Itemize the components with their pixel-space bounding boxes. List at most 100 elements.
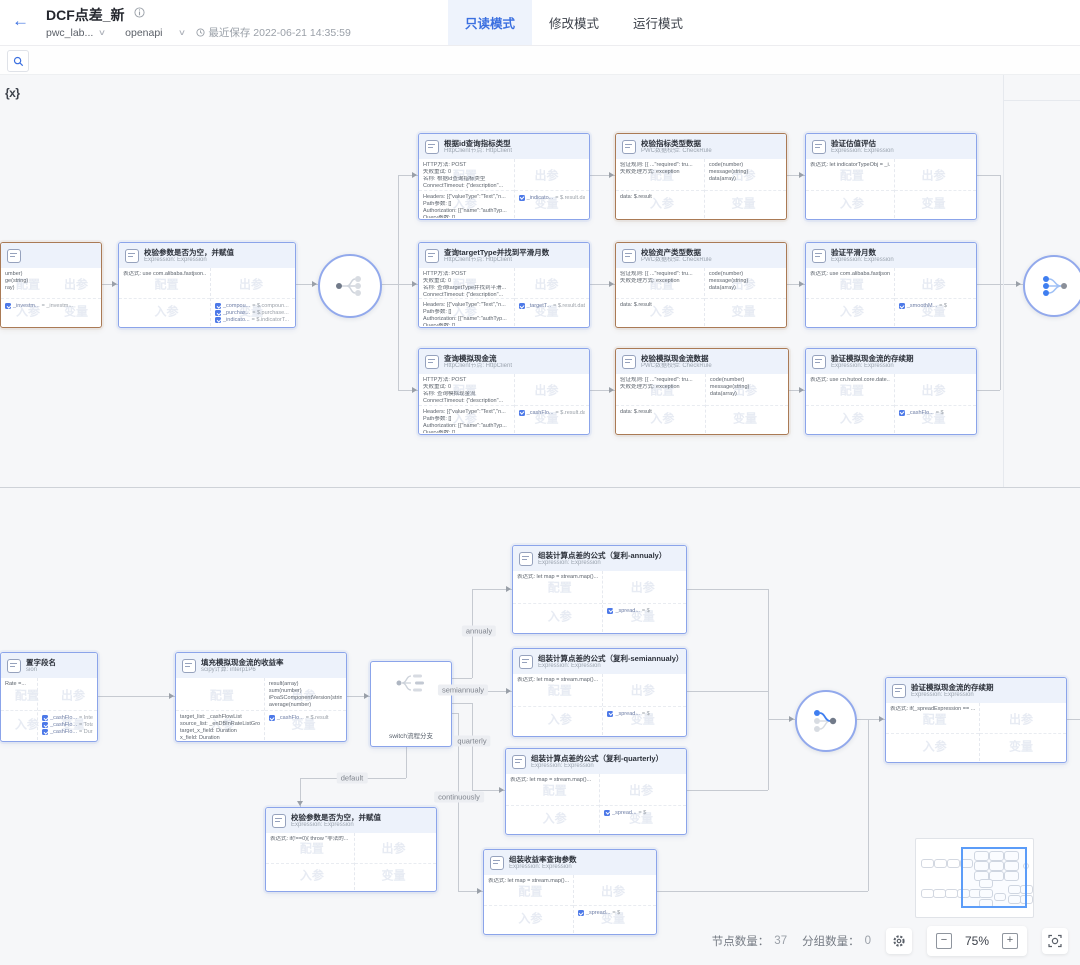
flow-node-n13[interactable]: switch流程分支 (370, 661, 452, 747)
checkbox-icon[interactable] (899, 303, 905, 309)
chevron-down-icon: ∨ (98, 28, 106, 37)
minimap-node (947, 859, 960, 868)
zoom-out-button[interactable]: − (936, 933, 952, 949)
node-title: 校验模拟现金流数据 (641, 354, 712, 363)
node-column-right: code(number)message(string)data(array) (705, 159, 786, 218)
flow-node-n7[interactable]: 验证平滑月数Expression: Expression配置出参入参变量表达式:… (805, 242, 977, 328)
node-column-left: 表达式: let map = stream.map()... (506, 774, 600, 833)
flow-node-n4[interactable]: 校验参数是否为空，并赋值Expression: Expression配置出参入参… (118, 242, 296, 328)
checkbox-icon[interactable] (215, 303, 221, 309)
node-body: 配置出参入参变量HTTP方法: POST失败重试: 0名称: 查询模拟现金流Co… (419, 374, 589, 433)
expression-node-icon (519, 552, 533, 566)
variable-badge: _smoothM... = $ (899, 303, 972, 309)
node-column-right (355, 833, 436, 890)
minimap-viewport[interactable] (961, 847, 1027, 908)
flow-node-n15[interactable]: 组装计算点差的公式（复利-semiannualy）Expression: Exp… (512, 648, 687, 737)
node-title: 校验参数是否为空，并赋值 (291, 813, 381, 822)
expression-node-icon (490, 856, 504, 870)
edge-label: continuously (434, 792, 484, 803)
flow-node-n17[interactable]: 组装收益率查询参数Expression: Expression配置出参入参变量表… (483, 849, 657, 935)
checkbox-icon[interactable] (215, 317, 221, 323)
node-title: 组装计算点差的公式（复利-semiannualy） (538, 654, 680, 663)
node-subtitle: Expression: Expression (911, 692, 994, 699)
node-config-line: 表达式: use com.alibaba.fastjson... (810, 271, 890, 278)
checkbox-icon[interactable] (42, 729, 48, 735)
canvas[interactable]: annualysemiannualyquarterlydefaultcontin… (0, 74, 1080, 965)
minimap[interactable] (915, 838, 1034, 918)
node-body: 配置出参入参变量HTTP方法: POST失败重试: 0名称: 根据id查询指标类… (419, 159, 589, 218)
checkbox-icon[interactable] (519, 195, 525, 201)
checkbox-icon[interactable] (604, 810, 610, 816)
node-header: 校验模拟现金流数据PWC数据校验: CheckRule (616, 349, 788, 374)
flow-node-n1[interactable]: 根据id查询指标类型HttpClient节点: HttpClient配置出参入参… (418, 133, 590, 220)
branch-merge-gateway[interactable] (795, 690, 857, 752)
parallel-join-gateway[interactable] (1023, 255, 1080, 317)
checkbox-icon[interactable] (519, 303, 525, 309)
node-config-line: code(number) (710, 377, 784, 384)
node-column-right: code(number)message(string)data(array) (706, 374, 788, 433)
fit-view-button[interactable] (1042, 928, 1068, 954)
info-icon[interactable] (134, 5, 145, 23)
badge-label: _cashFlo... (50, 722, 77, 728)
flow-node-n16[interactable]: 组装计算点差的公式（复利-quarterly）Expression: Expre… (505, 748, 687, 835)
flow-node-n10[interactable]: 验证模拟现金流的存续期Expression: Expression配置出参入参变… (805, 348, 977, 435)
node-config-line: 表达式: use com.alibaba.fastjson... (123, 271, 206, 278)
flow-node-n8[interactable]: 查询模拟现金流HttpClient节点: HttpClient配置出参入参变量H… (418, 348, 590, 435)
checkrule-node-icon (622, 249, 636, 263)
flow-node-n12[interactable]: 填充模拟现金流的收益率scipy计算: interp1P6配置出参入参变量tar… (175, 652, 347, 742)
tab-run-mode[interactable]: 运行模式 (616, 0, 700, 45)
node-column-right: _cashFlo... = InterestRate_cashFlo... = … (38, 678, 97, 740)
flow-node-n14[interactable]: 组装计算点差的公式（复利-annualy）Expression: Express… (512, 545, 687, 634)
checkbox-icon[interactable] (519, 410, 525, 416)
node-body: 配置出参入参变量表达式: use com.alibaba.fastjson...… (119, 268, 295, 326)
flow-node-n6[interactable]: 校验资产类型数据PWC数据校验: CheckRule配置出参入参变量验证规则: … (615, 242, 787, 328)
node-column-right: _indicato... = $.result.data (515, 159, 589, 218)
badge-value: = _investm... (42, 303, 73, 309)
node-title: 查询模拟现金流 (444, 354, 512, 363)
flow-node-n2[interactable]: 校验指标类型数据PWC数据校验: CheckRule配置出参入参变量验证规则: … (615, 133, 787, 220)
checkbox-icon[interactable] (899, 410, 905, 416)
checkbox-icon[interactable] (5, 303, 11, 309)
variable-badge: _cashFlo... = $.result.dat... (519, 410, 585, 416)
node-config-line: Headers: [{"valueType":"Text","n... (423, 409, 510, 416)
node-header: 验证估值评估Expression: Expression (806, 134, 976, 159)
flow-node-n9[interactable]: 校验模拟现金流数据PWC数据校验: CheckRule配置出参入参变量验证规则:… (615, 348, 789, 435)
node-body: 配置出参入参变量HTTP方法: POST失败重试: 0名称: 查询targetT… (419, 268, 589, 326)
flow-node-n5[interactable]: 查询targetType并找到平滑月数HttpClient节点: HttpCli… (418, 242, 590, 328)
checkbox-icon[interactable] (215, 310, 221, 316)
checkbox-icon[interactable] (607, 711, 613, 717)
variable-badge: _cashFlo... = $ (899, 410, 972, 416)
node-config-line: message(string) (709, 278, 782, 285)
back-button[interactable]: ← (12, 11, 29, 31)
flow-node-n0[interactable]: 配置出参入参变量umber)ge(string)ray)_investm... … (0, 242, 102, 328)
checkbox-icon[interactable] (42, 722, 48, 728)
flow-node-n3[interactable]: 验证估值评估Expression: Expression配置出参入参变量表达式:… (805, 133, 977, 220)
node-config-line: Query参数: [] (423, 215, 510, 218)
tab-read-mode[interactable]: 只读模式 (448, 0, 532, 45)
node-subtitle: Expression: Expression (831, 363, 914, 370)
checkbox-icon[interactable] (269, 715, 275, 721)
variable-badge: _spread... = $ (578, 910, 652, 916)
flow-node-n19[interactable]: 验证模拟现金流的存续期Expression: Expression配置出参入参变… (885, 677, 1067, 763)
node-config-line: data(array) (709, 285, 782, 292)
parallel-split-gateway[interactable] (318, 254, 382, 318)
badge-value: = TotalCashF... (79, 722, 93, 728)
zoom-in-button[interactable]: + (1002, 933, 1018, 949)
canvas-settings-button[interactable] (886, 928, 912, 954)
node-header: 校验参数是否为空，并赋值Expression: Expression (119, 243, 295, 268)
flow-node-n11[interactable]: 置字段名sion配置出参入参变量Rate =..._cashFlo... = I… (0, 652, 98, 742)
badge-value: = $.result.data (553, 303, 585, 309)
badge-label: _cashFlo... (50, 715, 77, 721)
search-button[interactable] (7, 50, 29, 72)
flow-node-n18[interactable]: 校验参数是否为空，并赋值Expression: Expression配置出参入参… (265, 807, 437, 892)
checkbox-icon[interactable] (42, 715, 48, 721)
node-column-left: 表达式: let map = stream.map()... (513, 674, 603, 735)
tab-edit-mode[interactable]: 修改模式 (532, 0, 616, 45)
node-subtitle: Expression: Expression (538, 560, 666, 567)
app-select[interactable]: openapi (125, 27, 162, 39)
workspace-select[interactable]: pwc_lab... (46, 27, 93, 39)
variables-button[interactable]: {x} (5, 86, 20, 100)
checkbox-icon[interactable] (578, 910, 584, 916)
checkrule-node-icon (622, 140, 636, 154)
checkbox-icon[interactable] (607, 608, 613, 614)
